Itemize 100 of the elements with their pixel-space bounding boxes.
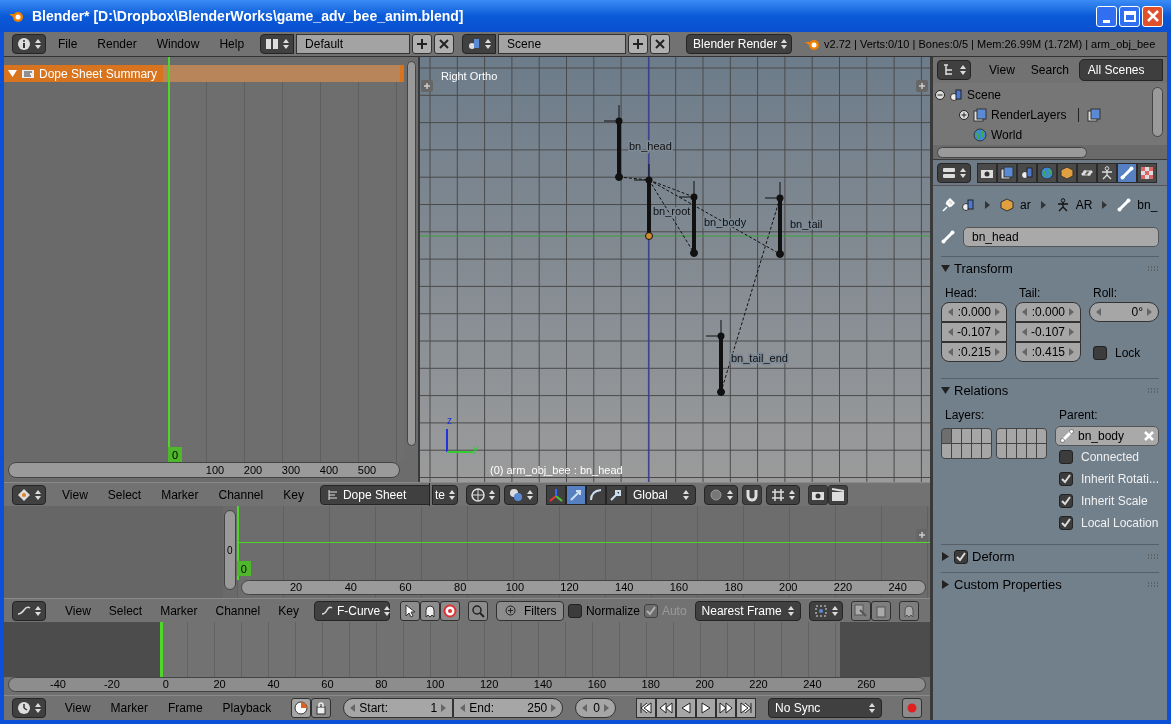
layer-toggle[interactable] xyxy=(1037,444,1046,458)
layer-toggle[interactable] xyxy=(1017,444,1026,458)
render-still-button[interactable] xyxy=(808,484,828,505)
bone[interactable] xyxy=(764,181,784,258)
layer-toggle[interactable] xyxy=(972,429,981,443)
menu-item[interactable]: Key xyxy=(271,601,306,620)
maximize-button[interactable] xyxy=(1119,5,1140,27)
pivot-button[interactable] xyxy=(808,600,843,621)
menu-item[interactable]: Help xyxy=(211,35,253,53)
layer-toggle[interactable] xyxy=(982,429,991,443)
cursor-button[interactable] xyxy=(399,600,420,621)
layer-toggle[interactable] xyxy=(997,444,1006,458)
editor-type-button[interactable] xyxy=(12,600,46,621)
menu-item[interactable]: Window xyxy=(148,35,208,53)
playback-button[interactable] xyxy=(716,698,736,718)
menu-item[interactable]: Search xyxy=(1024,61,1075,79)
selector-button[interactable] xyxy=(260,34,295,54)
close-button[interactable] xyxy=(1142,5,1163,27)
panel-header[interactable]: Custom Properties xyxy=(941,572,1159,594)
render-animation-button[interactable] xyxy=(828,484,848,505)
checkbox[interactable] xyxy=(1059,516,1073,530)
proportional-button[interactable] xyxy=(704,484,738,505)
playback-button[interactable] xyxy=(676,698,696,718)
name-field[interactable]: Default xyxy=(296,34,411,54)
add-button[interactable] xyxy=(412,34,433,54)
shading-button[interactable] xyxy=(466,484,500,505)
layer-toggle[interactable] xyxy=(1007,429,1016,443)
selector-button[interactable] xyxy=(462,34,497,54)
menu-item[interactable]: Channel xyxy=(208,601,268,620)
snap-element-button[interactable] xyxy=(766,484,800,505)
channel-row[interactable]: Dope Sheet Summary xyxy=(4,65,404,82)
menu-item[interactable]: View xyxy=(56,699,99,717)
copy-button[interactable] xyxy=(850,600,871,621)
manipulator-button[interactable] xyxy=(606,484,626,505)
menu-item[interactable]: View xyxy=(983,61,1021,79)
menu-item[interactable]: Playback xyxy=(214,699,280,717)
menu-item[interactable]: Channel xyxy=(210,485,272,504)
number-field[interactable]: :0.415 xyxy=(1015,342,1081,362)
scrollbar[interactable] xyxy=(937,146,1087,158)
number-field[interactable]: -0.107 xyxy=(1015,322,1081,342)
menu-item[interactable]: Marker xyxy=(153,485,207,504)
remove-button[interactable] xyxy=(434,34,455,54)
editor-type-button[interactable] xyxy=(12,34,46,54)
number-field[interactable]: :0.000 xyxy=(1015,302,1081,322)
manipulator-button[interactable] xyxy=(546,484,566,505)
menu-item[interactable]: Select xyxy=(99,485,150,504)
number-field[interactable]: 0° xyxy=(1089,302,1159,322)
name-field[interactable]: bn_head xyxy=(963,227,1159,247)
bone[interactable] xyxy=(603,104,623,181)
ghost-button[interactable] xyxy=(419,600,440,621)
number-field[interactable]: :0.215 xyxy=(941,342,1007,362)
tree-item[interactable]: RenderLayers xyxy=(991,106,1067,124)
pivot-button[interactable] xyxy=(504,484,538,505)
number-field[interactable]: :0.000 xyxy=(941,302,1007,322)
dropdown[interactable]: te xyxy=(432,484,458,505)
menu-item[interactable]: File xyxy=(50,35,86,53)
target-button[interactable] xyxy=(439,600,460,621)
editor-type-button[interactable] xyxy=(12,484,46,505)
filter-dropdown[interactable]: All Scenes xyxy=(1078,59,1163,81)
number-field[interactable]: End: 250 xyxy=(453,698,564,718)
checkbox[interactable] xyxy=(1059,494,1073,508)
layer-toggle[interactable] xyxy=(952,429,961,443)
ghost-button[interactable] xyxy=(898,600,919,621)
layer-toggle[interactable] xyxy=(972,444,981,458)
paste-button[interactable] xyxy=(870,600,891,621)
editor-type-button[interactable] xyxy=(937,162,971,183)
properties-tab[interactable] xyxy=(977,162,997,183)
dropdown[interactable]: Blender Render xyxy=(686,34,793,54)
layer-toggle[interactable] xyxy=(1027,444,1036,458)
properties-tab[interactable] xyxy=(1137,162,1157,183)
properties-tab[interactable] xyxy=(1057,162,1077,183)
properties-tab[interactable] xyxy=(997,162,1017,183)
menu-item[interactable]: View xyxy=(58,601,98,620)
manipulator-button[interactable] xyxy=(586,484,606,505)
properties-tab[interactable] xyxy=(1097,162,1117,183)
layer-toggle[interactable] xyxy=(997,429,1006,443)
add-button[interactable] xyxy=(628,34,649,54)
dropdown[interactable]: Dope Sheet xyxy=(319,484,429,505)
lock-button[interactable] xyxy=(311,698,332,718)
panel-header[interactable]: Relations xyxy=(941,378,1159,400)
keying-button[interactable] xyxy=(291,698,312,718)
dropdown[interactable]: Global xyxy=(626,484,696,505)
name-field[interactable]: Scene xyxy=(498,34,627,54)
panel-header[interactable]: Deform xyxy=(941,544,1159,566)
dropdown[interactable]: No Sync xyxy=(768,698,882,718)
menu-item[interactable]: Render xyxy=(89,35,145,53)
minimize-button[interactable] xyxy=(1096,5,1117,27)
properties-tab[interactable] xyxy=(1117,162,1137,183)
editor-type-button[interactable] xyxy=(937,60,971,80)
layer-toggle[interactable] xyxy=(1017,429,1026,443)
panel-header[interactable]: Transform xyxy=(941,256,1159,278)
timeline-ruler[interactable]: 100 200 300 400 500 xyxy=(8,462,400,478)
scrollbar[interactable] xyxy=(406,61,416,446)
dropdown[interactable]: Nearest Frame xyxy=(694,600,801,621)
editor-type-button[interactable] xyxy=(12,698,46,718)
layer-toggle[interactable] xyxy=(942,444,951,458)
menu-item[interactable]: Marker xyxy=(153,601,205,620)
tree-item[interactable]: World xyxy=(991,126,1023,144)
checkbox[interactable] xyxy=(567,603,582,618)
menu-item[interactable]: View xyxy=(54,485,96,504)
